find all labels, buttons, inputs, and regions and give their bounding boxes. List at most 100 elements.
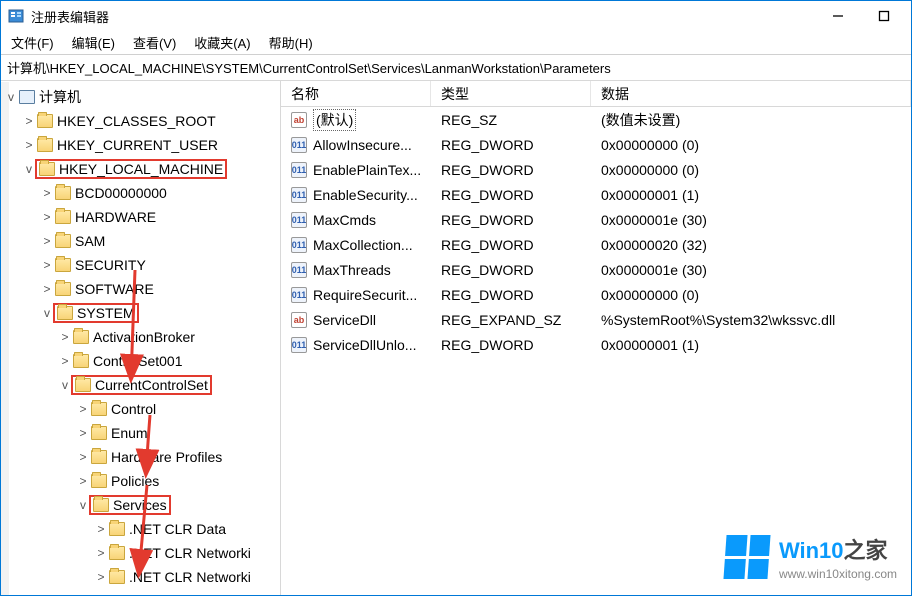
tree-item-label: HKEY_CURRENT_USER xyxy=(57,137,218,153)
folder-icon xyxy=(73,354,89,368)
tree-item[interactable]: >.NET CLR Data xyxy=(1,517,280,541)
value-data: 0x00000001 (1) xyxy=(591,337,911,353)
value-row[interactable]: 011EnablePlainTex...REG_DWORD0x00000000 … xyxy=(281,157,911,182)
tree-item[interactable]: >.NET CLR Networki xyxy=(1,541,280,565)
value-row[interactable]: 011MaxCmdsREG_DWORD0x0000001e (30) xyxy=(281,207,911,232)
expand-icon[interactable]: > xyxy=(93,570,109,584)
menu-view[interactable]: 查看(V) xyxy=(133,33,176,52)
highlight-box: CurrentControlSet xyxy=(71,375,212,395)
value-type: REG_DWORD xyxy=(431,262,591,278)
value-name: (默认) xyxy=(313,109,356,131)
menu-bar: 文件(F) 编辑(E) 查看(V) 收藏夹(A) 帮助(H) xyxy=(1,31,911,55)
menu-help[interactable]: 帮助(H) xyxy=(269,33,313,52)
value-row[interactable]: 011ServiceDllUnlo...REG_DWORD0x00000001 … xyxy=(281,332,911,357)
expand-icon[interactable]: > xyxy=(21,138,37,152)
expand-icon[interactable]: > xyxy=(21,114,37,128)
expand-icon[interactable]: > xyxy=(39,282,55,296)
tree-item-label: BCD00000000 xyxy=(75,185,167,201)
value-row[interactable]: 011MaxThreadsREG_DWORD0x0000001e (30) xyxy=(281,257,911,282)
tree-pane[interactable]: v 计算机 >HKEY_CLASSES_ROOT>HKEY_CURRENT_US… xyxy=(1,81,281,595)
address-text: 计算机\HKEY_LOCAL_MACHINE\SYSTEM\CurrentCon… xyxy=(7,58,611,77)
expand-icon[interactable]: > xyxy=(57,330,73,344)
binary-value-icon: 011 xyxy=(291,162,307,178)
expand-icon[interactable]: > xyxy=(75,474,91,488)
value-type: REG_DWORD xyxy=(431,287,591,303)
tree-item[interactable]: > HKEY_CURRENT_USER xyxy=(1,133,280,157)
tree-item[interactable]: > SECURITY xyxy=(1,253,280,277)
expand-icon[interactable]: > xyxy=(39,210,55,224)
tree-item[interactable]: vServices xyxy=(1,493,280,517)
folder-icon xyxy=(91,402,107,416)
tree-item[interactable]: >Enum xyxy=(1,421,280,445)
value-name: RequireSecurit... xyxy=(313,287,417,303)
minimize-button[interactable] xyxy=(815,3,861,29)
col-type[interactable]: 类型 xyxy=(431,81,591,106)
expand-icon[interactable]: > xyxy=(75,426,91,440)
tree-item[interactable]: >ActivationBroker xyxy=(1,325,280,349)
expand-icon[interactable]: > xyxy=(57,354,73,368)
value-type: REG_DWORD xyxy=(431,337,591,353)
tree-item[interactable]: > .NET CLR Networki xyxy=(1,565,280,589)
string-value-icon: ab xyxy=(291,312,307,328)
tree-item-label: ControlSet001 xyxy=(93,353,183,369)
value-type: REG_DWORD xyxy=(431,187,591,203)
value-type: REG_DWORD xyxy=(431,212,591,228)
tree-item[interactable]: > HARDWARE xyxy=(1,205,280,229)
tree-item[interactable]: > ControlSet001 xyxy=(1,349,280,373)
folder-icon xyxy=(91,450,107,464)
tree-item[interactable]: vCurrentControlSet xyxy=(1,373,280,397)
maximize-button[interactable] xyxy=(861,3,907,29)
value-data: 0x00000000 (0) xyxy=(591,287,911,303)
value-row[interactable]: ab(默认)REG_SZ(数值未设置) xyxy=(281,107,911,132)
value-name: MaxCollection... xyxy=(313,237,413,253)
expand-icon[interactable]: > xyxy=(75,450,91,464)
tree-item-label: .NET CLR Networki xyxy=(129,569,251,585)
value-name: EnableSecurity... xyxy=(313,187,418,203)
tree-item-label: Policies xyxy=(111,473,159,489)
menu-edit[interactable]: 编辑(E) xyxy=(72,33,115,52)
tree-item[interactable]: vHKEY_LOCAL_MACHINE xyxy=(1,157,280,181)
binary-value-icon: 011 xyxy=(291,287,307,303)
menu-file[interactable]: 文件(F) xyxy=(11,33,54,52)
value-type: REG_DWORD xyxy=(431,162,591,178)
value-data: 0x00000020 (32) xyxy=(591,237,911,253)
value-row[interactable]: 011 RequireSecurit... REG_DWORD0x00000000 … xyxy=(281,282,911,307)
value-name: ServiceDll xyxy=(313,312,376,328)
tree-item[interactable]: >Hardware Profiles xyxy=(1,445,280,469)
tree-item[interactable]: >SOFTWARE xyxy=(1,277,280,301)
values-pane[interactable]: 名称 类型 数据 ab(默认)REG_SZ(数值未设置)011AllowInse… xyxy=(281,81,911,595)
col-name[interactable]: 名称 xyxy=(281,81,431,106)
app-icon xyxy=(7,7,25,25)
menu-favorites[interactable]: 收藏夹(A) xyxy=(194,33,250,52)
values-header: 名称 类型 数据 xyxy=(281,81,911,107)
expand-icon[interactable]: > xyxy=(93,522,109,536)
expand-icon[interactable]: > xyxy=(39,186,55,200)
tree-item-label: SECURITY xyxy=(75,257,146,273)
value-row[interactable]: abServiceDllREG_EXPAND_SZ%SystemRoot%\Sy… xyxy=(281,307,911,332)
value-row[interactable]: 011AllowInsecure...REG_DWORD0x00000000 (… xyxy=(281,132,911,157)
value-row[interactable]: 011MaxCollection...REG_DWORD0x00000020 (… xyxy=(281,232,911,257)
value-data: 0x0000001e (30) xyxy=(591,212,911,228)
tree-item[interactable]: > Control xyxy=(1,397,280,421)
tree-item[interactable]: >HKEY_CLASSES_ROOT xyxy=(1,109,280,133)
address-bar[interactable]: 计算机\HKEY_LOCAL_MACHINE\SYSTEM\CurrentCon… xyxy=(1,55,911,81)
tree-item-label: HARDWARE xyxy=(75,209,156,225)
tree-item[interactable]: > Policies xyxy=(1,469,280,493)
value-row[interactable]: 011EnableSecurity...REG_DWORD0x00000001 … xyxy=(281,182,911,207)
folder-icon xyxy=(37,114,53,128)
expand-icon[interactable]: > xyxy=(39,258,55,272)
tree-item[interactable]: > BCD00000000 xyxy=(1,181,280,205)
tree-item-label: HKEY_LOCAL_MACHINE xyxy=(59,161,223,177)
tree-root[interactable]: v 计算机 xyxy=(1,85,280,109)
tree-item-label: Control xyxy=(111,401,156,417)
col-data[interactable]: 数据 xyxy=(591,81,911,106)
expand-icon[interactable]: > xyxy=(75,402,91,416)
folder-icon xyxy=(91,474,107,488)
expand-icon[interactable]: > xyxy=(93,546,109,560)
tree-item[interactable]: >SAM xyxy=(1,229,280,253)
expand-icon[interactable]: > xyxy=(39,234,55,248)
tree-item[interactable]: vSYSTEM xyxy=(1,301,280,325)
folder-icon xyxy=(55,258,71,272)
window-title: 注册表编辑器 xyxy=(31,7,109,26)
value-name: MaxCmds xyxy=(313,212,376,228)
